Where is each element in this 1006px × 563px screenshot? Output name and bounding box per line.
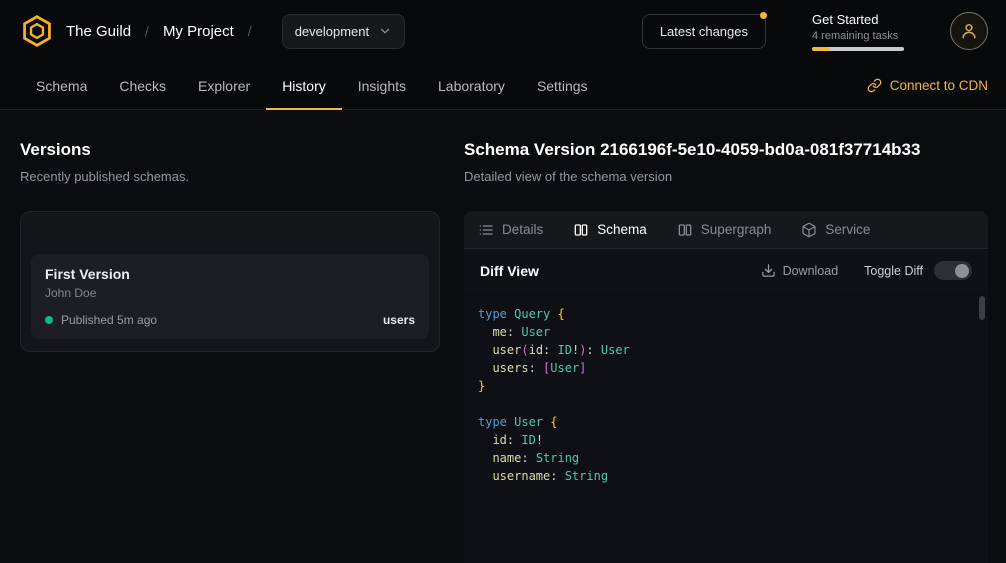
- schema-version-detail: Schema Version 2166196f-5e10-4059-bd0a-0…: [464, 140, 988, 563]
- schema-panel: Details Schema Sup: [464, 211, 988, 563]
- version-meta-row: Published 5m ago users: [45, 313, 415, 327]
- diff-view-header: Diff View Download Toggle Diff: [464, 249, 988, 292]
- get-started-title: Get Started: [812, 12, 904, 27]
- breadcrumb-project[interactable]: My Project: [163, 23, 234, 40]
- tab-details[interactable]: Details: [478, 222, 543, 238]
- target-selector-value: development: [295, 24, 369, 39]
- version-list-item[interactable]: First Version John Doe Published 5m ago …: [31, 254, 429, 339]
- nav-tab-history[interactable]: History: [266, 62, 342, 109]
- nav-tab-schema[interactable]: Schema: [20, 62, 103, 109]
- tab-supergraph[interactable]: Supergraph: [677, 222, 772, 238]
- main-content: Versions Recently published schemas. Fir…: [0, 110, 1006, 563]
- toggle-diff-control: Toggle Diff: [864, 261, 972, 280]
- diff-actions: Download Toggle Diff: [761, 261, 972, 280]
- tab-schema[interactable]: Schema: [573, 222, 647, 238]
- org-name[interactable]: The Guild: [66, 23, 131, 40]
- notification-dot: [760, 12, 767, 19]
- hive-logo-icon: [20, 14, 54, 48]
- download-label: Download: [783, 264, 839, 278]
- version-status: Published 5m ago: [61, 313, 157, 327]
- columns-icon: [677, 222, 693, 238]
- columns-icon: [573, 222, 589, 238]
- version-author: John Doe: [45, 286, 415, 300]
- get-started-widget[interactable]: Get Started 4 remaining tasks: [812, 12, 904, 51]
- published-dot-icon: [45, 316, 53, 324]
- link-icon: [867, 78, 882, 93]
- nav-tab-settings[interactable]: Settings: [521, 62, 604, 109]
- diff-toggle-switch[interactable]: [934, 261, 972, 280]
- schema-version-title: Schema Version 2166196f-5e10-4059-bd0a-0…: [464, 140, 988, 160]
- nav-tab-explorer[interactable]: Explorer: [182, 62, 266, 109]
- header-right-group: Latest changes Get Started 4 remaining t…: [642, 12, 988, 51]
- toggle-diff-label: Toggle Diff: [864, 264, 923, 278]
- box-icon: [801, 222, 817, 238]
- tab-service[interactable]: Service: [801, 222, 870, 238]
- versions-title: Versions: [20, 140, 440, 160]
- top-header: The Guild / My Project / development Lat…: [0, 0, 1006, 62]
- versions-column: Versions Recently published schemas. Fir…: [20, 140, 440, 563]
- version-name: First Version: [45, 266, 415, 282]
- breadcrumb-separator: /: [248, 23, 252, 39]
- nav-tab-laboratory[interactable]: Laboratory: [422, 62, 521, 109]
- schema-version-subtitle: Detailed view of the schema version: [464, 169, 988, 184]
- user-avatar[interactable]: [950, 12, 988, 50]
- latest-changes-button[interactable]: Latest changes: [642, 14, 766, 49]
- progress-fill: [812, 47, 830, 51]
- download-icon: [761, 263, 776, 278]
- toggle-knob: [955, 264, 969, 278]
- code-block: type Query { me: User user(id: ID!): Use…: [478, 305, 974, 485]
- versions-subtitle: Recently published schemas.: [20, 169, 440, 184]
- schema-panel-tabs: Details Schema Sup: [464, 211, 988, 249]
- chevron-down-icon: [378, 24, 392, 38]
- person-icon: [959, 21, 979, 41]
- connect-to-cdn-button[interactable]: Connect to CDN: [867, 62, 988, 109]
- main-nav: Schema Checks Explorer History Insights …: [0, 62, 1006, 110]
- code-scrollbar[interactable]: [979, 296, 985, 559]
- nav-tab-insights[interactable]: Insights: [342, 62, 422, 109]
- latest-changes-label: Latest changes: [660, 24, 748, 39]
- diff-view-title: Diff View: [480, 263, 539, 279]
- schema-code-viewer[interactable]: type Query { me: User user(id: ID!): Use…: [464, 292, 988, 563]
- versions-list-card: First Version John Doe Published 5m ago …: [20, 211, 440, 352]
- list-icon: [478, 222, 494, 238]
- nav-tab-checks[interactable]: Checks: [103, 62, 182, 109]
- get-started-progressbar: [812, 47, 904, 51]
- download-button[interactable]: Download: [761, 263, 839, 278]
- breadcrumb-separator: /: [145, 23, 149, 39]
- scrollbar-thumb[interactable]: [979, 296, 985, 320]
- connect-to-cdn-label: Connect to CDN: [890, 78, 988, 93]
- version-service-badge: users: [383, 313, 415, 327]
- org-breadcrumb[interactable]: The Guild: [20, 14, 131, 48]
- target-selector[interactable]: development: [282, 14, 405, 49]
- get-started-subtitle: 4 remaining tasks: [812, 30, 904, 42]
